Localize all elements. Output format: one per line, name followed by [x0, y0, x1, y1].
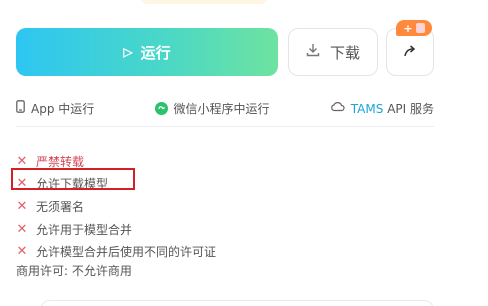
bolt-icon [415, 23, 425, 33]
badge-text: + [403, 21, 413, 35]
permission-item: ✕ 允许模型合并后使用不同的许可证 [16, 240, 316, 263]
divider [16, 126, 434, 127]
tams-brand: TAMS [350, 101, 384, 116]
run-options: App 中运行 微信小程序中运行 TAMS API 服务 [16, 99, 434, 117]
bottom-panel [40, 300, 434, 306]
permission-item: ✕ 无须署名 [16, 195, 316, 218]
download-button[interactable]: 下载 [288, 28, 378, 76]
permission-label: 允许模型合并后使用不同的许可证 [36, 245, 217, 260]
download-icon [306, 43, 320, 61]
phone-icon [16, 100, 25, 116]
x-icon: ✕ [16, 198, 28, 214]
cloud-icon [330, 101, 345, 115]
highlight-box [11, 168, 135, 190]
x-icon: ✕ [16, 244, 28, 260]
run-button[interactable]: ▷ 运行 [16, 28, 278, 76]
run-in-wechat[interactable]: 微信小程序中运行 [154, 100, 270, 117]
x-icon: ✕ [16, 221, 28, 237]
run-in-app-label: App 中运行 [31, 101, 95, 116]
share-badge: + [396, 20, 432, 36]
permission-label: 允许用于模型合并 [36, 222, 133, 237]
run-button-label: 运行 [140, 44, 171, 62]
run-in-wechat-label: 微信小程序中运行 [173, 101, 270, 116]
x-icon: ✕ [16, 153, 28, 169]
tams-api-label: API 服务 [387, 101, 434, 116]
permission-list: ✕ 严禁转载 ✕ 允许下载模型 ✕ 无须署名 ✕ 允许用于模型合并 ✕ 允许模型… [16, 150, 316, 263]
top-peek-banner [140, 0, 268, 4]
share-icon [403, 44, 417, 61]
permission-label: 无须署名 [36, 199, 85, 214]
wechat-miniprogram-icon [154, 101, 168, 115]
play-icon: ▷ [123, 45, 133, 59]
tams-api-service[interactable]: TAMS API 服务 [330, 100, 434, 117]
permission-item: ✕ 允许用于模型合并 [16, 218, 316, 241]
commercial-license: 商用许可: 不允许商用 [16, 264, 132, 278]
download-button-label: 下载 [329, 44, 360, 62]
run-in-app[interactable]: App 中运行 [16, 100, 94, 117]
